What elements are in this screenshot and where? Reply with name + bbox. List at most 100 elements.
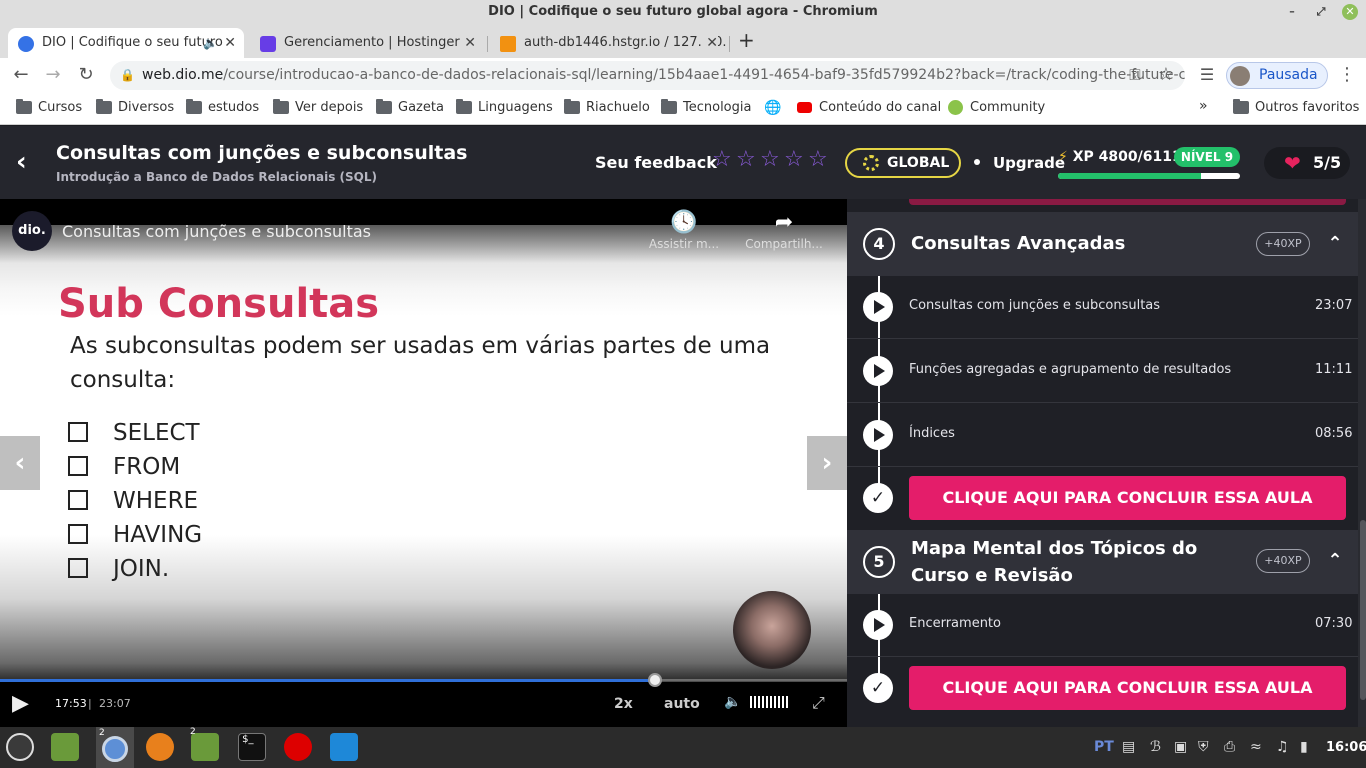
close-tab-icon[interactable]: ✕ — [464, 28, 476, 58]
back-to-course-icon[interactable]: ‹ — [16, 149, 42, 175]
bookmark-ver-depois[interactable]: Ver depois — [273, 99, 363, 117]
more-bookmarks-icon[interactable]: » — [1199, 98, 1208, 114]
bookmark-cursos[interactable]: Cursos — [16, 99, 82, 117]
share-button[interactable]: ➦ Compartilh... — [744, 211, 824, 252]
star-icon[interactable]: ☆ — [808, 149, 830, 171]
drive-icon[interactable]: ▤ — [1122, 739, 1135, 755]
bookmark-riachuelo[interactable]: Riachuelo — [564, 99, 650, 117]
bookmark-linguagens[interactable]: Linguagens — [456, 99, 553, 117]
bookmark-community[interactable]: Community — [948, 99, 1045, 117]
opera-icon[interactable] — [284, 733, 312, 761]
speaker-icon[interactable]: 🔈 — [203, 28, 218, 58]
address-bar[interactable]: 🔒 web.dio.me/course/introducao-a-banco-d… — [110, 61, 1185, 90]
play-circle-icon[interactable] — [863, 356, 893, 386]
lesson-row[interactable]: Consultas com junções e subconsultas 23:… — [847, 276, 1358, 339]
keyboard-layout[interactable]: PT — [1094, 739, 1114, 755]
xp-pill: +40XP — [1256, 549, 1310, 573]
bookmark-diversos[interactable]: Diversos — [96, 99, 174, 117]
play-icon[interactable]: ▶ — [12, 693, 38, 715]
taskbar-chromium-active[interactable]: 2 — [96, 727, 134, 768]
fullscreen-icon[interactable]: ⤢ — [812, 693, 825, 713]
xp-progress-fill — [1058, 173, 1201, 179]
bookmark-label: Tecnologia — [683, 100, 752, 115]
next-lesson-button[interactable]: › — [807, 436, 847, 490]
printer-icon[interactable]: ⎙ — [1224, 739, 1235, 755]
chevron-up-icon[interactable]: ⌃ — [1324, 233, 1346, 255]
quality-button[interactable]: auto — [664, 696, 700, 712]
back-icon[interactable]: ← — [10, 64, 32, 86]
module-header[interactable]: 5 Mapa Mental dos Tópicos do Curso e Rev… — [847, 530, 1358, 594]
lesson-row[interactable]: Índices 08:56 — [847, 404, 1358, 467]
global-label: GLOBAL — [887, 155, 950, 171]
star-icon[interactable]: ☆ — [736, 149, 758, 171]
lock-icon[interactable]: 🔒 — [120, 61, 135, 90]
module-header[interactable]: 4 Consultas Avançadas +40XP ⌃ — [847, 212, 1358, 276]
new-tab-icon[interactable]: + — [738, 28, 755, 52]
chevron-up-icon[interactable]: ⌃ — [1324, 550, 1346, 572]
media-control-icon[interactable]: ☰ — [1196, 64, 1218, 86]
firefox-icon[interactable] — [146, 733, 174, 761]
bookmark-conteudo-do-canal[interactable]: Conteúdo do canal — [797, 99, 941, 117]
menu-icon[interactable]: ⋮ — [1336, 64, 1358, 86]
music-icon[interactable]: ♫ — [1276, 739, 1289, 755]
start-menu-icon[interactable] — [6, 733, 34, 761]
bookmark-label: Diversos — [118, 100, 175, 115]
video-progress-fill — [0, 679, 655, 682]
reload-icon[interactable]: ↻ — [75, 64, 97, 86]
bookmark-tecnologia[interactable]: Tecnologia — [661, 99, 751, 117]
bookmark-gazeta[interactable]: Gazeta — [376, 99, 444, 117]
forward-icon[interactable]: → — [42, 64, 64, 86]
lesson-row[interactable]: Encerramento 07:30 — [847, 594, 1358, 657]
vscode-icon[interactable] — [330, 733, 358, 761]
bookmark-estudos[interactable]: estudos — [186, 99, 259, 117]
volume-icon[interactable]: 🔈 — [724, 694, 741, 710]
video-scrubber-handle[interactable] — [648, 673, 662, 687]
playback-speed-button[interactable]: 2x — [614, 696, 633, 712]
video-title[interactable]: Consultas com junções e subconsultas — [62, 222, 371, 241]
bookmarks-bar: Cursos Diversos estudos Ver depois Gazet… — [0, 92, 1366, 125]
channel-avatar[interactable]: dio. — [12, 211, 52, 251]
close-tab-icon[interactable]: ✕ — [702, 28, 718, 58]
restore-icon[interactable]: ⤢ — [1313, 4, 1329, 20]
update-icon[interactable]: ▣ — [1174, 739, 1187, 755]
conclude-lesson-button[interactable]: CLIQUE AQUI PARA CONCLUIR ESSA AULA — [909, 476, 1346, 520]
star-icon[interactable]: ☆ — [784, 149, 806, 171]
battery-icon[interactable]: ▮ — [1300, 739, 1308, 755]
video-player[interactable]: dio. Consultas com junções e subconsulta… — [0, 199, 847, 727]
bluetooth-icon[interactable]: ℬ — [1150, 739, 1161, 755]
sidebar-scroll-thumb[interactable] — [1360, 520, 1366, 700]
wifi-icon[interactable]: ≈ — [1250, 739, 1262, 755]
folder-icon — [1233, 99, 1249, 114]
tab-dio[interactable]: DIO | Codifique o seu futuro 🔈 ✕ — [8, 28, 244, 58]
star-icon[interactable]: ☆ — [712, 149, 734, 171]
previous-lesson-button[interactable]: ‹ — [0, 436, 40, 490]
dio-icon — [18, 36, 34, 52]
files-icon[interactable] — [51, 733, 79, 761]
watch-later-button[interactable]: 🕓 Assistir m... — [644, 211, 724, 252]
conclude-lesson-button[interactable]: CLIQUE AQUI PARA CONCLUIR ESSA AULA — [909, 666, 1346, 710]
play-circle-icon[interactable] — [863, 292, 893, 322]
bookmark-globe[interactable]: 🌐 — [764, 99, 781, 117]
clock[interactable]: 16:06 — [1326, 740, 1366, 755]
lesson-row[interactable]: Funções agregadas e agrupamento de resul… — [847, 340, 1358, 403]
close-tab-icon[interactable]: ✕ — [224, 28, 236, 58]
files-window-icon[interactable]: 2 — [190, 727, 219, 761]
tab-phpmyadmin[interactable]: auth-db1446.hstgr.io / 127.0.0.1 ✕ — [490, 28, 726, 58]
slide-item-label: WHERE — [113, 488, 199, 514]
play-circle-icon[interactable] — [863, 420, 893, 450]
key-icon[interactable]: ⚿ — [1124, 64, 1146, 86]
play-circle-icon[interactable] — [863, 610, 893, 640]
bookmark-star-icon[interactable]: ☆ — [1155, 64, 1177, 86]
bookmark-outros-favoritos[interactable]: Outros favoritos — [1233, 99, 1359, 117]
terminal-icon[interactable]: $_ — [238, 733, 266, 761]
minimize-icon[interactable]: – — [1284, 4, 1300, 20]
volume-slider[interactable] — [750, 696, 790, 708]
star-icon[interactable]: ☆ — [760, 149, 782, 171]
global-button[interactable]: GLOBAL — [845, 148, 961, 178]
profile-button[interactable]: Pausada — [1226, 62, 1328, 89]
upgrade-link[interactable]: Upgrade — [993, 154, 1065, 172]
tab-hostinger[interactable]: Gerenciamento | Hostinger ✕ — [250, 28, 484, 58]
close-window-icon[interactable]: ✕ — [1342, 4, 1358, 20]
video-progress-bar[interactable] — [0, 673, 847, 687]
shield-icon[interactable]: ⛨ — [1198, 739, 1209, 755]
